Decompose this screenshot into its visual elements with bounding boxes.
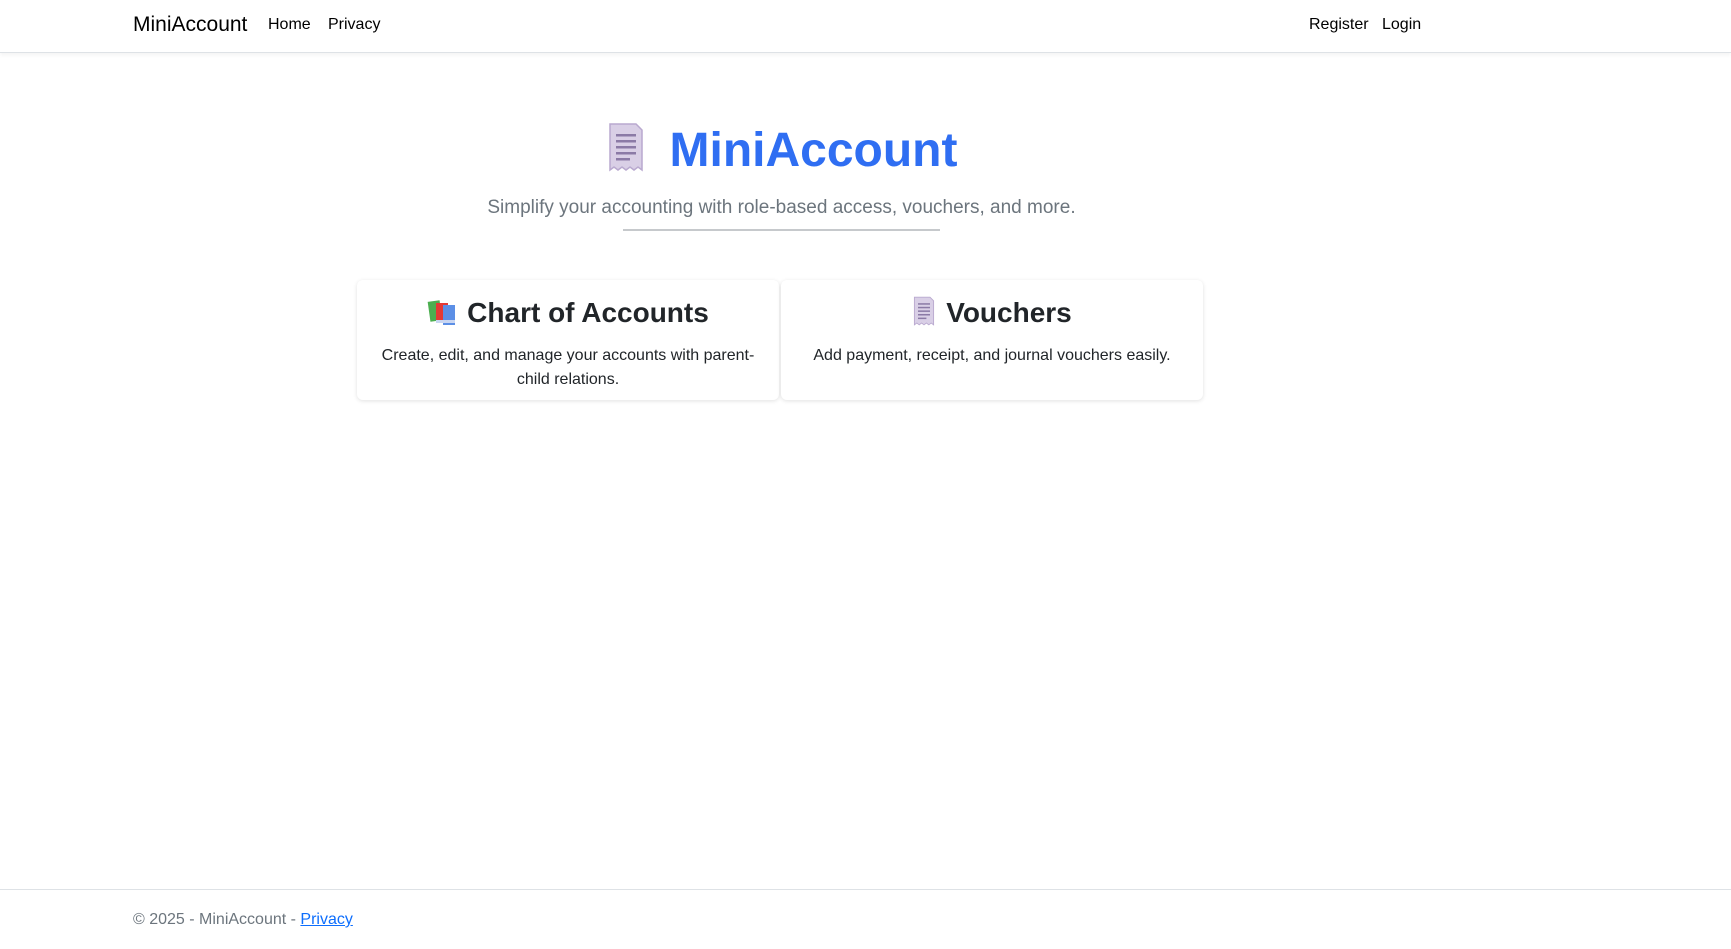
hero-divider [623, 229, 940, 231]
card-chart-of-accounts: Chart of Accounts Create, edit, and mana… [357, 280, 779, 400]
footer-copyright: © 2025 - MiniAccount - [133, 911, 301, 928]
nav-home-link[interactable]: Home [268, 16, 311, 34]
hero-subtitle: Simplify your accounting with role-based… [487, 197, 1076, 218]
card-description: Create, edit, and manage your accounts w… [381, 346, 755, 388]
page-footer: © 2025 - MiniAccount - Privacy [0, 889, 1731, 949]
nav-register-link[interactable]: Register [1309, 16, 1369, 34]
footer-privacy-link[interactable]: Privacy [300, 911, 352, 928]
hero-title-text: MiniAccount [669, 124, 958, 177]
card-vouchers: Vouchers Add payment, receipt, and journ… [781, 280, 1203, 400]
top-navbar: MiniAccount Home Privacy Register Login [0, 0, 1731, 53]
card-title: Chart of Accounts [377, 296, 759, 334]
card-title-text: Vouchers [946, 297, 1072, 328]
nav-privacy-link[interactable]: Privacy [328, 16, 380, 34]
card-title: Vouchers [801, 296, 1183, 334]
nav-login-link[interactable]: Login [1382, 16, 1421, 34]
books-icon [427, 298, 457, 334]
receipt-icon [912, 296, 936, 334]
hero-title: MiniAccount [0, 122, 1563, 181]
brand-link[interactable]: MiniAccount [133, 13, 247, 37]
receipt-icon [606, 122, 646, 181]
card-title-text: Chart of Accounts [467, 297, 709, 328]
footer-text: © 2025 - MiniAccount - Privacy [133, 911, 353, 929]
card-description: Add payment, receipt, and journal vouche… [813, 346, 1171, 364]
hero-section: MiniAccount Simplify your accounting wit… [0, 110, 1563, 219]
